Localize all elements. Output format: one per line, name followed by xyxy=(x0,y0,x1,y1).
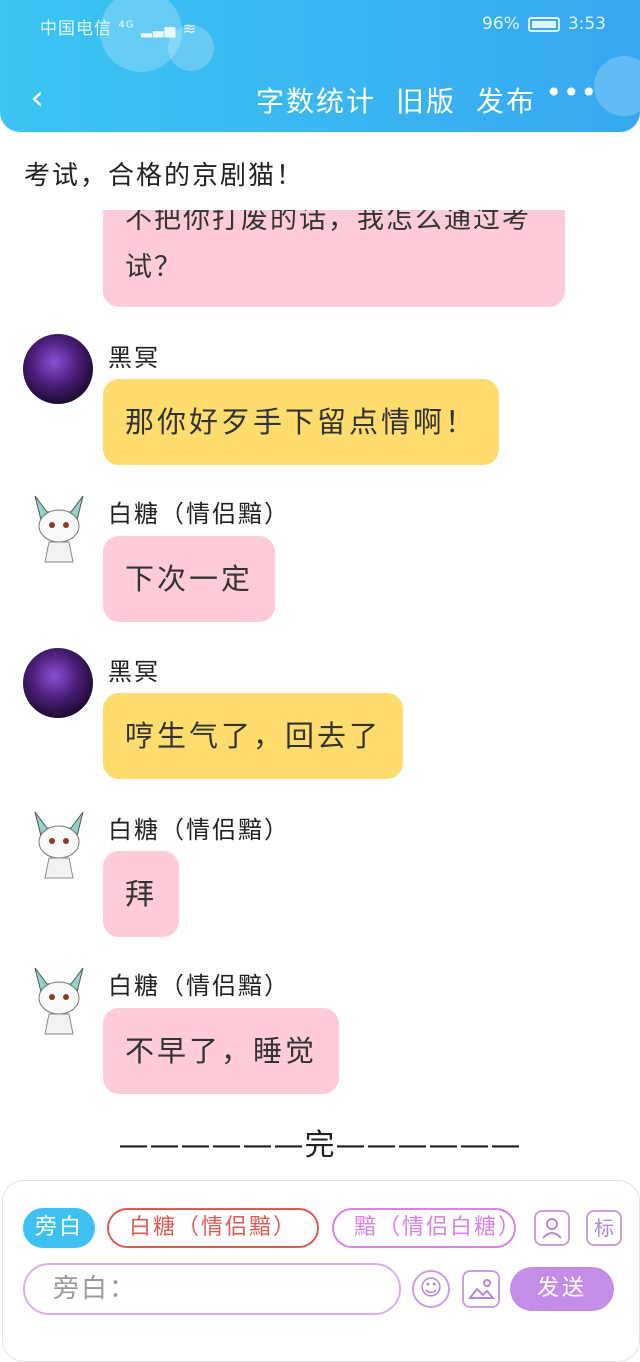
nav-bar: ‹ 字数统计 旧版 发布 ••• xyxy=(0,72,640,128)
sender-name: 白糖（情侣黯） xyxy=(108,500,290,528)
cat-avatar-icon xyxy=(34,967,84,1035)
more-dots-icon: ••• xyxy=(545,76,598,109)
role-chip-narration[interactable]: 旁白 xyxy=(23,1208,95,1248)
avatar-heiming[interactable] xyxy=(23,334,93,404)
signal-icon: ▂▃▅ xyxy=(140,22,177,38)
network-type: 4G xyxy=(118,19,135,31)
sender-name: 白糖（情侣黯） xyxy=(108,816,290,844)
message-bubble[interactable]: 拜 xyxy=(103,851,180,937)
emoji-icon: ☺ xyxy=(419,1276,443,1301)
message-bubble-partial: 不把你打废的话，我怎么通过考试？ xyxy=(103,210,565,307)
person-card-icon xyxy=(542,1218,562,1239)
word-count-button[interactable]: 字数统计 xyxy=(256,80,376,120)
end-marker: ——————完—————— xyxy=(118,1128,522,1163)
emoji-button[interactable]: ☺ xyxy=(412,1270,450,1308)
avatar-baitang[interactable] xyxy=(27,806,91,880)
avatar-baitang[interactable] xyxy=(27,962,91,1036)
battery-icon xyxy=(527,16,560,32)
tag-button[interactable]: 标 xyxy=(586,1210,622,1246)
chevron-left-icon: ‹ xyxy=(30,78,44,118)
message-input[interactable]: 旁白： xyxy=(23,1263,401,1315)
image-icon xyxy=(467,1279,496,1299)
cat-avatar-icon xyxy=(34,495,84,563)
status-carrier-group: 中国电信 4G ▂▃▅ ≋ xyxy=(40,14,197,39)
battery-percent: 96% xyxy=(482,14,520,34)
sender-name: 黑冥 xyxy=(108,344,160,372)
nav-actions: 字数统计 旧版 发布 xyxy=(256,80,536,120)
input-placeholder: 旁白： xyxy=(53,1274,138,1304)
image-button[interactable] xyxy=(462,1270,500,1308)
role-chip-baitang[interactable]: 白糖（情侣黯） xyxy=(107,1208,319,1248)
top-header: 中国电信 4G ▂▃▅ ≋ 96% 3:53 ‹ 字数统计 旧版 发布 ••• xyxy=(0,0,640,132)
message-bubble[interactable]: 那你好歹手下留点情啊！ xyxy=(103,379,500,465)
more-button[interactable]: ••• xyxy=(545,78,598,108)
tag-label: 标 xyxy=(594,1216,614,1240)
status-bar: 中国电信 4G ▂▃▅ ≋ 96% 3:53 xyxy=(0,0,640,50)
narration-text: 考试，合格的京剧猫！ xyxy=(24,161,305,191)
message-bubble[interactable]: 下次一定 xyxy=(103,536,276,622)
avatar-heiming[interactable] xyxy=(23,648,93,718)
carrier-label: 中国电信 xyxy=(40,19,112,39)
sender-name: 白糖（情侣黯） xyxy=(108,972,290,1000)
message-bubble[interactable]: 不早了，睡觉 xyxy=(103,1008,340,1094)
avatar-baitang[interactable] xyxy=(27,490,91,564)
send-button[interactable]: 发送 xyxy=(510,1267,614,1311)
contact-button[interactable] xyxy=(534,1210,570,1246)
wifi-icon: ≋ xyxy=(182,19,198,38)
clock: 3:53 xyxy=(567,14,606,34)
message-text: 不把你打废的话，我怎么通过考试？ xyxy=(125,210,531,283)
back-button[interactable]: ‹ xyxy=(20,78,54,118)
publish-button[interactable]: 发布 xyxy=(476,80,536,120)
message-bubble[interactable]: 哼生气了，回去了 xyxy=(103,693,404,779)
role-chip-an[interactable]: 黯（情侣白糖） xyxy=(332,1208,516,1248)
status-right-group: 96% 3:53 xyxy=(482,14,606,34)
sender-name: 黑冥 xyxy=(108,658,160,686)
cat-avatar-icon xyxy=(34,811,84,879)
old-version-button[interactable]: 旧版 xyxy=(396,80,456,120)
